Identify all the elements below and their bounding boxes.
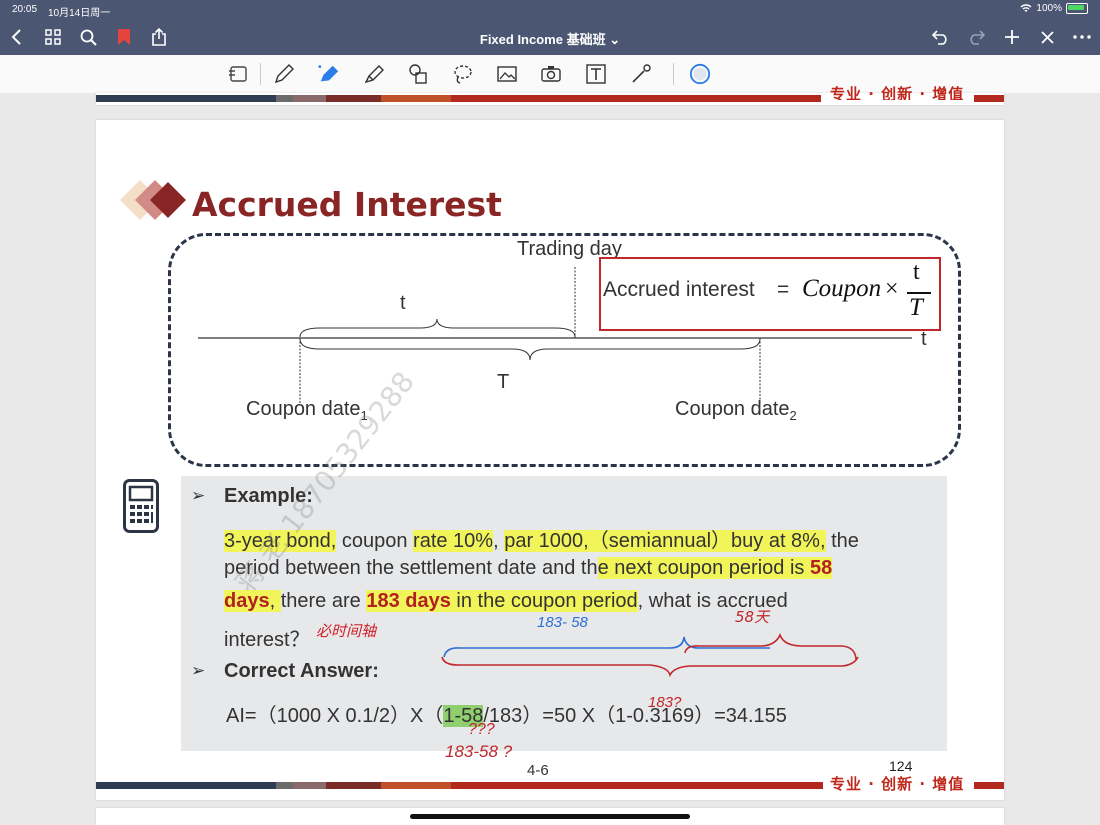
t-label: t [400,292,406,314]
undo-icon[interactable] [930,26,952,48]
example-line-1: 3-year bond, coupon rate 10%, par 1000,（… [224,530,859,552]
calculator-icon [123,479,159,533]
top-bar: 20:05 10月14日周一 100% Fixed Income 基础班 ⌄ [0,0,1100,55]
home-indicator[interactable] [410,814,690,819]
divider [673,63,674,85]
battery-percent: 100% [1036,3,1062,14]
handwritten-question-marks: ??? [468,721,495,738]
T-label: T [497,371,510,393]
accrued-interest-formula: Accrued interest = Coupon × t T [599,257,941,331]
previous-page-brand: 专业 · 创新 · 增值 [830,85,965,100]
document-title[interactable]: Fixed Income 基础班 ⌄ [480,32,620,47]
image-icon[interactable] [496,63,518,85]
divider [260,63,261,85]
more-icon[interactable] [1071,26,1093,48]
handwritten-note-timeline: 必时间轴 [316,622,377,640]
highlighter-icon[interactable] [318,63,340,85]
handwritten-note-blue: 183- 58 [537,614,588,631]
answer-heading: Correct Answer: [224,660,379,682]
text-tool-icon[interactable] [585,63,607,85]
laser-pointer-icon[interactable] [630,63,652,85]
handwritten-note-183: 183? [648,694,682,711]
battery-icon [1066,3,1088,14]
handwritten-note-183-58: 183-58 ? [445,742,513,761]
status-time: 20:05 [12,4,38,15]
example-line-2: period between the settlement date and t… [224,557,833,579]
coupon-date-2-label: Coupon date2 [675,398,797,423]
example-line-4: interest？ [224,629,310,651]
redo-icon[interactable] [965,26,987,48]
close-icon[interactable] [1036,26,1058,48]
pen-icon[interactable] [273,63,295,85]
bookmark-icon[interactable] [113,26,135,48]
back-button[interactable] [6,26,28,48]
grid-icon[interactable] [42,26,64,48]
chevron-down-icon: ⌄ [609,32,621,47]
previous-page: 专业 · 创新 · 增值 [96,85,1004,105]
handwritten-note-58-days: 58天 [735,608,770,626]
t-axis-label: t [921,328,927,350]
search-icon[interactable] [77,26,99,48]
camera-icon[interactable] [540,63,562,85]
slide-number: 4-6 [527,762,549,779]
bullet-icon: ➢ [191,486,206,505]
footer-brand: 专业 · 创新 · 增值 [830,775,965,793]
add-icon[interactable] [1001,26,1023,48]
title-diamond-icon [120,180,186,220]
eraser-icon[interactable] [363,63,385,85]
reader-mode-icon[interactable] [227,63,249,85]
lasso-icon[interactable] [452,63,474,85]
share-icon[interactable] [148,26,170,48]
color-swatch-blue[interactable] [689,63,711,85]
status-date: 10月14日周一 [48,8,111,19]
wifi-icon [1020,4,1032,12]
page-number: 124 [889,758,913,774]
shapes-icon[interactable] [407,63,429,85]
status-right: 100% [1020,3,1088,14]
slide-title: Accrued Interest [192,185,502,224]
bullet-icon: ➢ [191,661,206,680]
